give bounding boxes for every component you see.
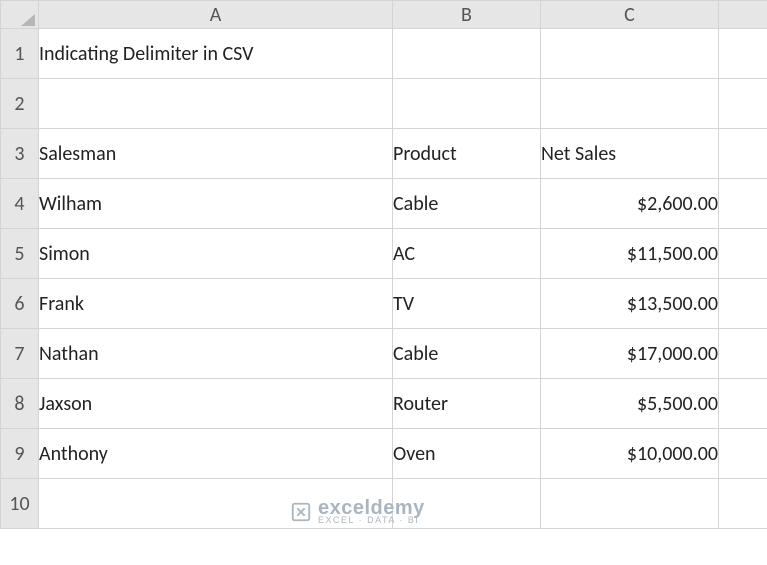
cell-B9[interactable]: Oven — [393, 429, 541, 479]
cell-extra-9[interactable] — [719, 429, 767, 479]
table-row: 4WilhamCable$2,600.00 — [1, 179, 767, 229]
cell-B7[interactable]: Cable — [393, 329, 541, 379]
row-header-5[interactable]: 5 — [1, 229, 39, 279]
cell-A4[interactable]: Wilham — [39, 179, 393, 229]
cell-B1[interactable] — [393, 29, 541, 79]
cell-B2[interactable] — [393, 79, 541, 129]
cell-extra-6[interactable] — [719, 279, 767, 329]
cell-A9[interactable]: Anthony — [39, 429, 393, 479]
cell-C1[interactable] — [541, 29, 719, 79]
cell-A3[interactable]: Salesman — [39, 129, 393, 179]
col-header-B[interactable]: B — [393, 1, 541, 29]
cell-B4[interactable]: Cable — [393, 179, 541, 229]
table-row: 9AnthonyOven$10,000.00 — [1, 429, 767, 479]
row-header-8[interactable]: 8 — [1, 379, 39, 429]
table-row: 6FrankTV$13,500.00 — [1, 279, 767, 329]
cell-A7[interactable]: Nathan — [39, 329, 393, 379]
cell-A5[interactable]: Simon — [39, 229, 393, 279]
col-header-extra[interactable] — [719, 1, 767, 29]
table-row: 7NathanCable$17,000.00 — [1, 329, 767, 379]
cell-extra-8[interactable] — [719, 379, 767, 429]
cell-C7[interactable]: $17,000.00 — [541, 329, 719, 379]
cell-C8[interactable]: $5,500.00 — [541, 379, 719, 429]
cell-A1[interactable]: Indicating Delimiter in CSV — [39, 29, 393, 79]
cell-A2[interactable] — [39, 79, 393, 129]
cell-extra-4[interactable] — [719, 179, 767, 229]
row-header-10[interactable]: 10 — [1, 479, 39, 529]
cell-C3[interactable]: Net Sales — [541, 129, 719, 179]
cell-C5[interactable]: $11,500.00 — [541, 229, 719, 279]
cell-C10[interactable] — [541, 479, 719, 529]
column-header-row: A B C — [1, 1, 767, 29]
table-row: 1Indicating Delimiter in CSV — [1, 29, 767, 79]
spreadsheet-grid[interactable]: A B C 1Indicating Delimiter in CSV23Sale… — [0, 0, 767, 529]
row-header-4[interactable]: 4 — [1, 179, 39, 229]
cell-C2[interactable] — [541, 79, 719, 129]
cell-extra-5[interactable] — [719, 229, 767, 279]
select-all-corner[interactable] — [1, 1, 39, 29]
cell-C9[interactable]: $10,000.00 — [541, 429, 719, 479]
cell-B8[interactable]: Router — [393, 379, 541, 429]
row-header-2[interactable]: 2 — [1, 79, 39, 129]
cell-A8[interactable]: Jaxson — [39, 379, 393, 429]
col-header-A[interactable]: A — [39, 1, 393, 29]
cell-extra-1[interactable] — [719, 29, 767, 79]
col-header-C[interactable]: C — [541, 1, 719, 29]
table-row: 8JaxsonRouter$5,500.00 — [1, 379, 767, 429]
cell-A10[interactable] — [39, 479, 393, 529]
cell-B5[interactable]: AC — [393, 229, 541, 279]
cell-C6[interactable]: $13,500.00 — [541, 279, 719, 329]
cell-C4[interactable]: $2,600.00 — [541, 179, 719, 229]
cell-extra-2[interactable] — [719, 79, 767, 129]
row-header-7[interactable]: 7 — [1, 329, 39, 379]
cell-B6[interactable]: TV — [393, 279, 541, 329]
table-row: 5SimonAC$11,500.00 — [1, 229, 767, 279]
table-row: 10 — [1, 479, 767, 529]
row-header-1[interactable]: 1 — [1, 29, 39, 79]
cell-extra-7[interactable] — [719, 329, 767, 379]
row-header-6[interactable]: 6 — [1, 279, 39, 329]
cell-extra-10[interactable] — [719, 479, 767, 529]
row-header-9[interactable]: 9 — [1, 429, 39, 479]
cell-B10[interactable] — [393, 479, 541, 529]
select-all-triangle-icon — [21, 14, 35, 26]
cell-extra-3[interactable] — [719, 129, 767, 179]
table-row: 2 — [1, 79, 767, 129]
table-row: 3SalesmanProductNet Sales — [1, 129, 767, 179]
cell-A6[interactable]: Frank — [39, 279, 393, 329]
row-header-3[interactable]: 3 — [1, 129, 39, 179]
cell-B3[interactable]: Product — [393, 129, 541, 179]
